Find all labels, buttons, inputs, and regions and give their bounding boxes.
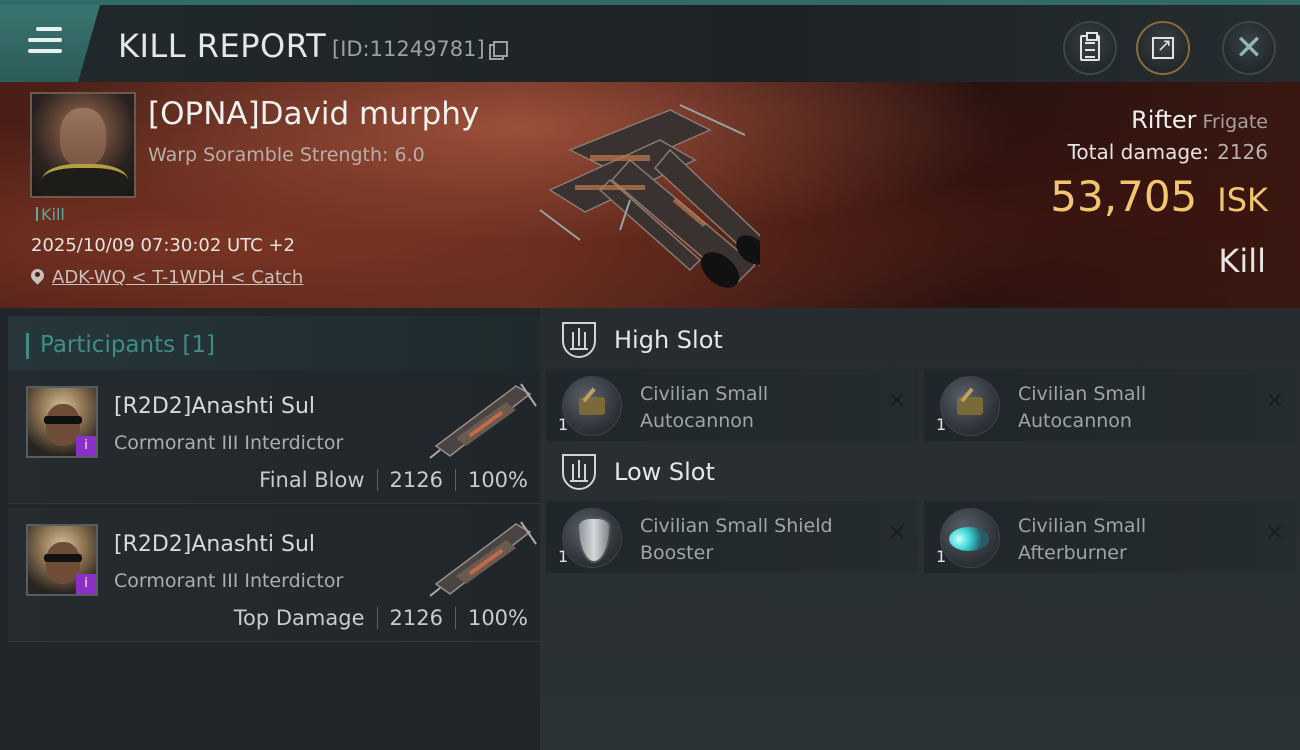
item-quantity: 1 bbox=[936, 415, 947, 434]
participant-damage: 2126 bbox=[389, 606, 443, 630]
high-slot-label: High Slot bbox=[614, 326, 723, 354]
share-button[interactable] bbox=[1136, 21, 1190, 75]
shield-booster-icon bbox=[562, 508, 622, 568]
participants-header: Participants [1] bbox=[8, 316, 540, 372]
item-name: Civilian Small Afterburner bbox=[1018, 515, 1147, 564]
victim-ship-name[interactable]: Rifter bbox=[1131, 106, 1196, 134]
item-quantity: 1 bbox=[558, 547, 569, 566]
location-pin-icon bbox=[31, 269, 44, 286]
autocannon-icon bbox=[940, 376, 1000, 436]
close-button[interactable]: ✕ bbox=[1222, 21, 1276, 75]
victim-ship-image[interactable] bbox=[520, 90, 760, 300]
clipboard-button[interactable] bbox=[1063, 21, 1117, 75]
low-slot-icon bbox=[562, 454, 596, 490]
isk-value: 53,705 ISK bbox=[1050, 172, 1268, 221]
participant-stats: Final Blow 2126 100% bbox=[259, 468, 528, 492]
stat-divider bbox=[454, 607, 456, 629]
kill-tag: Kill bbox=[36, 205, 65, 224]
victim-portrait[interactable] bbox=[30, 92, 136, 198]
low-slot-label: Low Slot bbox=[614, 458, 715, 486]
rank-badge-icon: i bbox=[76, 574, 96, 594]
stat-divider bbox=[376, 607, 378, 629]
isk-unit: ISK bbox=[1217, 181, 1268, 219]
item-quantity: 1 bbox=[936, 547, 947, 566]
autocannon-icon bbox=[562, 376, 622, 436]
participant-percent: 100% bbox=[467, 468, 528, 492]
close-icon: ✕ bbox=[1234, 28, 1264, 68]
fitting-item[interactable]: 1 Civilian Small Autocannon ✕ bbox=[924, 369, 1296, 441]
total-damage: Total damage: 2126 bbox=[1068, 140, 1268, 164]
clipboard-icon bbox=[1080, 32, 1100, 61]
participants-panel: Participants [1] i [R2D2]Anashti Sul Cor… bbox=[0, 308, 540, 750]
share-icon bbox=[1152, 35, 1174, 59]
participant-ship: Cormorant III Interdictor bbox=[114, 570, 344, 592]
total-damage-value: 2126 bbox=[1217, 140, 1268, 164]
high-slot-icon bbox=[562, 322, 596, 358]
participant-row[interactable]: i [R2D2]Anashti Sul Cormorant III Interd… bbox=[8, 508, 540, 642]
participant-ship: Cormorant III Interdictor bbox=[114, 432, 344, 454]
victim-banner: [OPNA]David murphy Warp Soramble Strengt… bbox=[0, 82, 1300, 308]
participants-header-label: Participants [1] bbox=[40, 332, 215, 358]
kill-location[interactable]: ADK-WQ < T-1WDH < Catch bbox=[31, 267, 303, 288]
destroyed-x-icon: ✕ bbox=[887, 521, 906, 546]
item-name: Civilian Small Autocannon bbox=[1018, 383, 1147, 432]
menu-button[interactable] bbox=[0, 5, 100, 82]
fitting-item[interactable]: 1 Civilian Small Afterburner ✕ bbox=[924, 501, 1296, 573]
kill-id[interactable]: [ID:11249781] bbox=[332, 37, 508, 61]
location-link[interactable]: ADK-WQ < T-1WDH < Catch bbox=[52, 267, 303, 288]
item-name: Civilian Small Autocannon bbox=[640, 383, 769, 432]
destroyed-x-icon: ✕ bbox=[1265, 521, 1284, 546]
destroyed-x-icon: ✕ bbox=[1265, 389, 1284, 414]
hamburger-menu-icon bbox=[28, 27, 62, 57]
stat-divider bbox=[454, 469, 456, 491]
rank-badge-icon: i bbox=[76, 436, 96, 456]
isk-amount: 53,705 bbox=[1050, 172, 1198, 221]
participant-ship-image[interactable] bbox=[426, 376, 538, 460]
participant-name[interactable]: [R2D2]Anashti Sul bbox=[114, 394, 315, 419]
participant-role: Top Damage bbox=[233, 606, 365, 630]
afterburner-icon bbox=[940, 508, 1000, 568]
victim-ship-line: Rifter Frigate bbox=[1131, 106, 1268, 134]
participant-row[interactable]: i [R2D2]Anashti Sul Cormorant III Interd… bbox=[8, 370, 540, 504]
victim-ship-class: Frigate bbox=[1202, 111, 1268, 133]
stat-divider bbox=[376, 469, 378, 491]
total-damage-label: Total damage: bbox=[1067, 140, 1210, 164]
participant-avatar[interactable]: i bbox=[26, 386, 98, 458]
top-bar: KILL REPORT [ID:11249781] ✕ bbox=[0, 0, 1300, 82]
participant-stats: Top Damage 2126 100% bbox=[234, 606, 528, 630]
fitting-item[interactable]: 1 Civilian Small Autocannon ✕ bbox=[546, 369, 918, 441]
fitting-item[interactable]: 1 Civilian Small Shield Booster ✕ bbox=[546, 501, 918, 573]
item-quantity: 1 bbox=[558, 415, 569, 434]
low-slot-header: Low Slot bbox=[562, 454, 715, 490]
warp-scramble-strength: Warp Soramble Strength: 6.0 bbox=[148, 144, 425, 166]
destroyed-x-icon: ✕ bbox=[887, 389, 906, 414]
copy-icon[interactable] bbox=[488, 41, 508, 60]
page-title: KILL REPORT bbox=[118, 27, 327, 65]
participant-role: Final Blow bbox=[259, 468, 365, 492]
fittings-panel: High Slot 1 Civilian Small Autocannon ✕ … bbox=[540, 308, 1300, 750]
participant-name[interactable]: [R2D2]Anashti Sul bbox=[114, 532, 315, 557]
participant-ship-image[interactable] bbox=[426, 514, 538, 598]
high-slot-header: High Slot bbox=[562, 322, 723, 358]
result-label: Kill bbox=[1218, 242, 1266, 280]
victim-name[interactable]: [OPNA]David murphy bbox=[148, 96, 479, 132]
participant-percent: 100% bbox=[467, 606, 528, 630]
participant-avatar[interactable]: i bbox=[26, 524, 98, 596]
kill-id-text: [ID:11249781] bbox=[332, 37, 485, 61]
kill-datetime: 2025/10/09 07:30:02 UTC +2 bbox=[31, 235, 295, 256]
item-name: Civilian Small Shield Booster bbox=[640, 515, 833, 564]
participant-damage: 2126 bbox=[389, 468, 443, 492]
